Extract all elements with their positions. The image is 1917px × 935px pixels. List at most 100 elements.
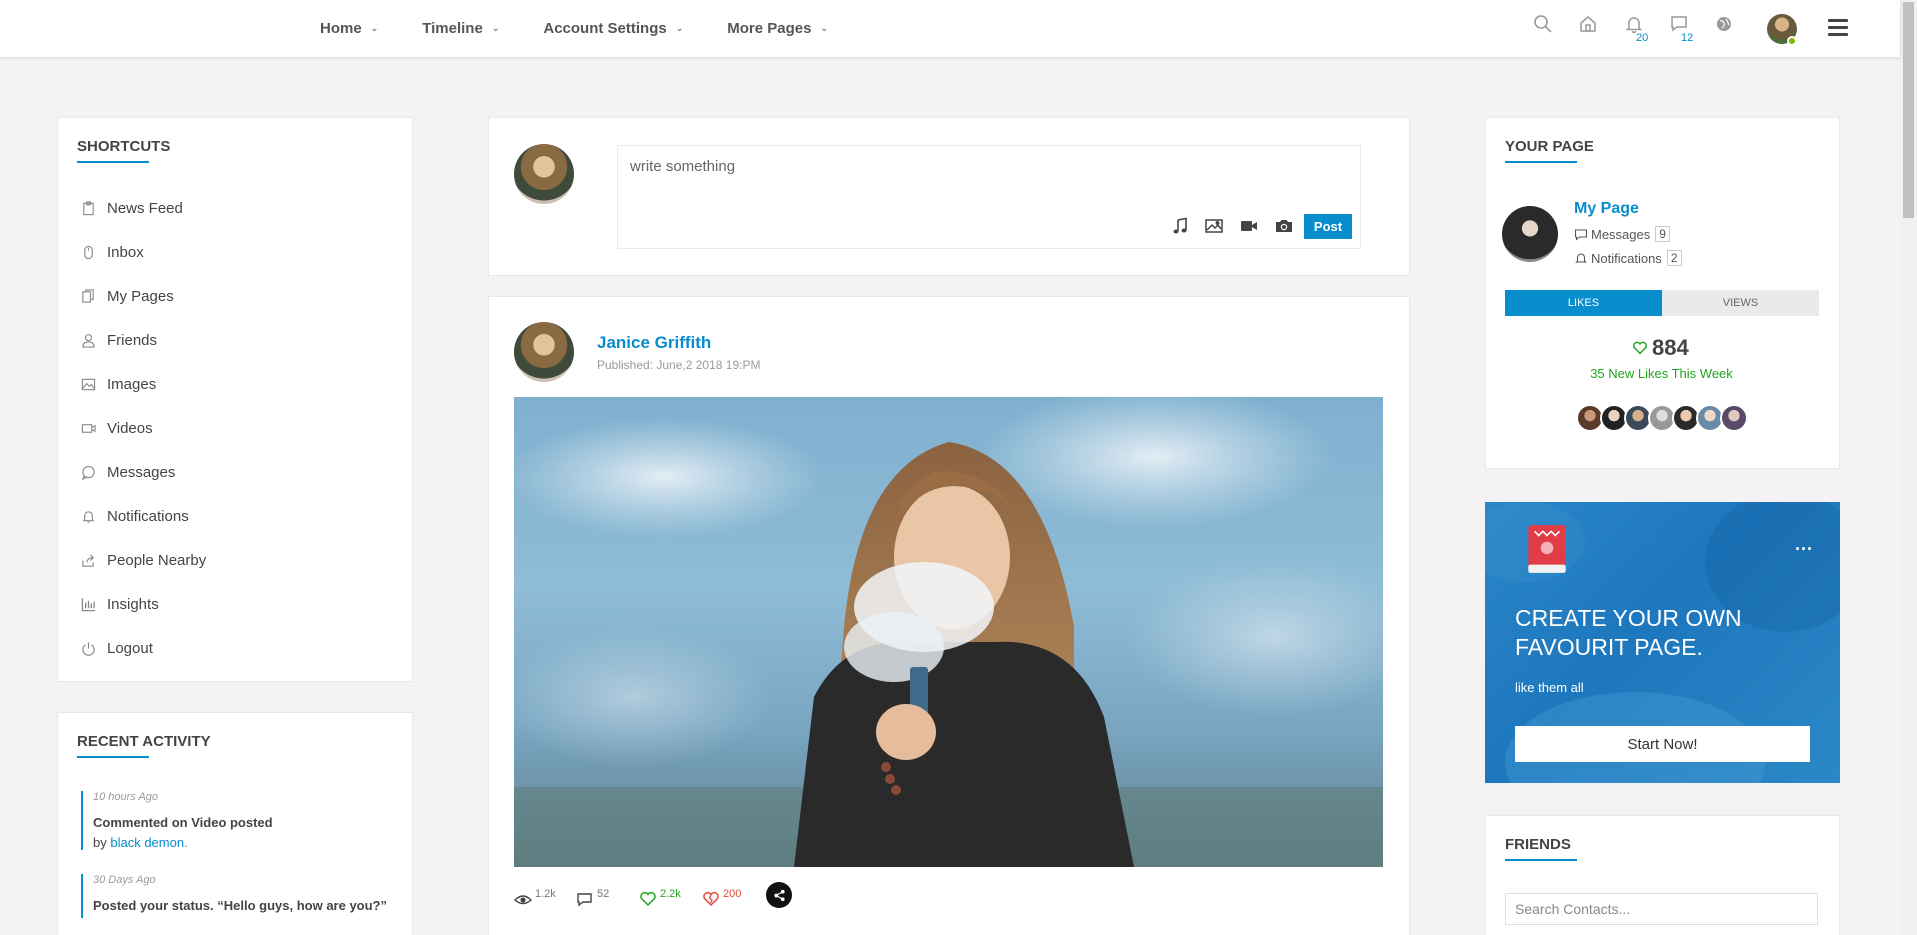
likes-total: 884 xyxy=(1632,335,1689,361)
create-page-promo: ... CREATE YOUR OWN FAVOURIT PAGE. like … xyxy=(1485,502,1840,783)
bell-icon xyxy=(81,509,97,525)
shortcut-news-feed[interactable]: News Feed xyxy=(81,200,183,217)
dislikes-count: 200 xyxy=(723,888,742,900)
messages-icon[interactable]: 12 xyxy=(1669,14,1693,44)
shortcut-label: Messages xyxy=(107,464,176,481)
promo-heading-line2: FAVOURIT PAGE. xyxy=(1515,634,1703,660)
search-icon[interactable] xyxy=(1533,14,1557,38)
composer-avatar xyxy=(514,144,574,204)
shortcut-my-pages[interactable]: My Pages xyxy=(81,288,174,305)
nav-timeline[interactable]: Timeline ⌄ xyxy=(422,20,499,37)
post-published-date: Published: June,2 2018 19:PM xyxy=(597,358,761,372)
camera-icon[interactable] xyxy=(1275,217,1295,235)
notifications-bell-icon[interactable]: 20 xyxy=(1624,14,1648,44)
nav-home[interactable]: Home ⌄ xyxy=(320,20,378,37)
composer-box[interactable]: write something Post xyxy=(617,145,1361,249)
page-notifications-badge: 2 xyxy=(1666,250,1682,266)
notifications-count: 20 xyxy=(1636,32,1649,44)
page-messages[interactable]: Messages 9 xyxy=(1574,226,1670,242)
nav-more-pages-label: More Pages xyxy=(727,20,812,37)
dislikes-stat[interactable]: 200 xyxy=(702,888,741,908)
bar-chart-icon xyxy=(81,597,97,613)
friends-title: Friends xyxy=(1505,836,1571,853)
chevron-down-icon: ⌄ xyxy=(675,23,684,33)
video-icon xyxy=(81,421,97,437)
composer-placeholder: write something xyxy=(630,158,736,175)
clipboard-icon xyxy=(81,200,97,217)
recent-activity-widget: Recent Activity 10 hours Ago Commented o… xyxy=(57,712,413,935)
likes-stat[interactable]: 2.2k xyxy=(639,888,681,908)
shortcut-label: Inbox xyxy=(107,244,144,261)
your-page-title: Your Page xyxy=(1505,138,1594,155)
title-underline xyxy=(1505,161,1577,163)
views-stat[interactable]: 1.2k xyxy=(514,888,556,908)
scrollbar-thumb[interactable] xyxy=(1903,2,1914,218)
promo-subtext: like them all xyxy=(1515,680,1584,695)
shortcut-logout[interactable]: Logout xyxy=(81,640,153,657)
shortcut-images[interactable]: Images xyxy=(81,376,156,393)
page-messages-label: Messages xyxy=(1591,226,1651,242)
mouse-icon xyxy=(81,245,97,261)
promo-heading: CREATE YOUR OWN FAVOURIT PAGE. xyxy=(1515,604,1742,662)
comments-stat[interactable]: 52 xyxy=(576,888,609,908)
image-icon xyxy=(81,377,97,393)
chevron-down-icon: ⌄ xyxy=(491,23,500,33)
shortcut-label: Images xyxy=(107,376,157,393)
bell-icon xyxy=(1575,253,1587,263)
title-underline xyxy=(1505,859,1577,861)
nav-account-settings[interactable]: Account Settings ⌄ xyxy=(543,20,683,37)
video-camera-icon[interactable] xyxy=(1240,217,1260,235)
chevron-down-icon: ⌄ xyxy=(820,23,829,33)
shortcut-notifications[interactable]: Notifications xyxy=(81,508,189,525)
shortcut-friends[interactable]: Friends xyxy=(81,332,157,349)
post-image[interactable] xyxy=(514,397,1383,867)
shortcut-label: News Feed xyxy=(107,200,183,217)
messages-count: 12 xyxy=(1681,32,1694,44)
page-avatar[interactable] xyxy=(1502,206,1558,262)
activity-by: by black demon. xyxy=(93,835,391,850)
share-icon xyxy=(773,889,785,901)
shortcut-people-nearby[interactable]: People Nearby xyxy=(81,552,206,569)
promo-menu-dots[interactable]: ... xyxy=(1795,534,1813,555)
my-page-link[interactable]: My Page xyxy=(1574,200,1639,218)
post-author-name[interactable]: Janice Griffith xyxy=(597,333,711,353)
home-icon[interactable] xyxy=(1578,14,1602,38)
likes-count: 2.2k xyxy=(660,888,681,900)
post-button[interactable]: Post xyxy=(1304,214,1352,239)
likes-total-count: 884 xyxy=(1652,335,1689,360)
activity-by-prefix: by xyxy=(93,835,107,850)
shortcut-insights[interactable]: Insights xyxy=(81,596,159,613)
globe-icon[interactable] xyxy=(1714,14,1738,38)
fan-avatar[interactable] xyxy=(1720,404,1748,432)
activity-time: 30 Days Ago xyxy=(93,874,156,886)
activity-user-link[interactable]: black demon. xyxy=(110,835,187,850)
shortcut-label: People Nearby xyxy=(107,552,207,569)
shortcut-label: Insights xyxy=(107,596,159,613)
shortcuts-title: Shortcuts xyxy=(77,138,171,155)
book-icon xyxy=(1528,525,1566,573)
shortcut-inbox[interactable]: Inbox xyxy=(81,244,144,261)
tab-likes[interactable]: Likes xyxy=(1505,290,1662,316)
shortcut-label: My Pages xyxy=(107,288,174,305)
start-now-button[interactable]: Start Now! xyxy=(1515,726,1810,762)
shortcut-label: Friends xyxy=(107,332,158,349)
user-icon xyxy=(81,333,97,349)
page-scrollbar[interactable] xyxy=(1900,0,1917,935)
search-contacts-input[interactable]: Search Contacts... xyxy=(1505,893,1818,925)
title-underline xyxy=(77,756,149,758)
post-author-avatar[interactable] xyxy=(514,322,574,382)
page-notifications[interactable]: Notifications 2 xyxy=(1574,250,1682,266)
promo-heading-line1: CREATE YOUR OWN xyxy=(1515,605,1742,631)
activity-item: 10 hours Ago Commented on Video posted b… xyxy=(81,791,391,850)
nav-more-pages[interactable]: More Pages ⌄ xyxy=(727,20,828,37)
shortcut-messages[interactable]: Messages xyxy=(81,464,175,481)
recent-activity-title: Recent Activity xyxy=(77,733,211,750)
image-icon[interactable] xyxy=(1205,217,1225,235)
woman-smoke-photo xyxy=(514,397,1383,867)
hamburger-menu-icon[interactable] xyxy=(1828,19,1848,37)
shortcut-videos[interactable]: Videos xyxy=(81,420,153,437)
tab-views[interactable]: Views xyxy=(1662,290,1819,316)
share-button[interactable] xyxy=(766,882,792,908)
heart-icon xyxy=(1633,341,1647,355)
music-icon[interactable] xyxy=(1171,217,1191,235)
